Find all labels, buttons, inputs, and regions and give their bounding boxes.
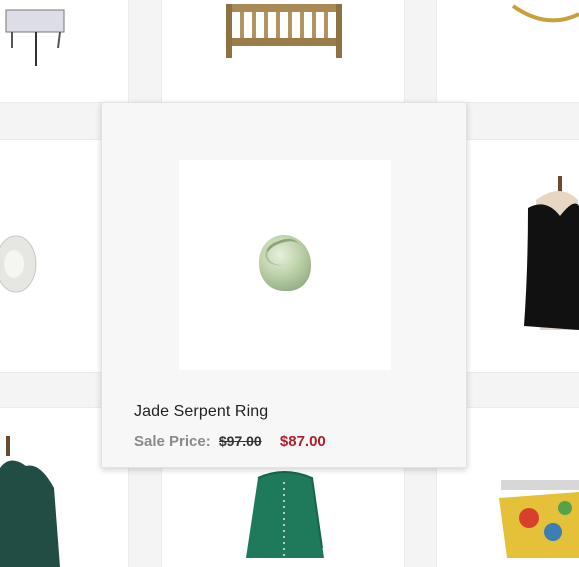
product-name[interactable]: Jade Serpent Ring xyxy=(134,403,268,421)
product-tile-black-top[interactable] xyxy=(466,140,579,372)
bangle-image xyxy=(511,4,579,23)
black-top-image xyxy=(524,176,579,330)
product-tile-bench[interactable] xyxy=(162,0,404,102)
product-tile-chair[interactable] xyxy=(0,0,128,102)
bench-image xyxy=(226,4,342,58)
chair-image xyxy=(5,9,65,66)
product-tile-bangle[interactable] xyxy=(437,0,579,102)
original-price: $97.00 xyxy=(218,433,262,449)
quick-view-popup[interactable]: Jade Serpent Ring Sale Price: $97.00 $87… xyxy=(101,102,467,468)
sale-price-label: Sale Price: xyxy=(134,433,211,450)
sale-price: $87.00 xyxy=(279,433,326,450)
price-row: Sale Price: $97.00 $87.00 xyxy=(134,433,326,450)
product-image[interactable] xyxy=(179,160,391,370)
